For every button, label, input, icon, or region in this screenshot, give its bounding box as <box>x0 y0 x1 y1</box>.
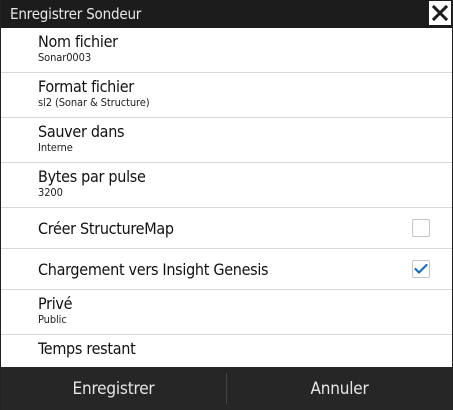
file-format-label: Format fichier <box>38 77 134 96</box>
privacy-label: Privé <box>38 294 73 313</box>
upload-insight-genesis-label: Chargement vers Insight Genesis <box>38 259 269 279</box>
create-structuremap-row[interactable]: Créer StructureMap <box>1 208 452 249</box>
privacy-value: Public <box>38 313 67 326</box>
filename-row[interactable]: Nom fichier Sonar0003 <box>1 28 452 73</box>
bytes-per-ping-label: Bytes par pulse <box>38 167 146 186</box>
upload-insight-genesis-row[interactable]: Chargement vers Insight Genesis <box>1 249 452 290</box>
record-sonar-dialog: Enregistrer Sondeur Nom fichier Sonar000… <box>0 0 453 410</box>
create-structuremap-checkbox[interactable] <box>412 219 430 237</box>
bytes-per-ping-row[interactable]: Bytes par pulse 3200 <box>1 163 452 208</box>
upload-insight-genesis-checkbox[interactable] <box>412 260 430 278</box>
privacy-row[interactable]: Privé Public <box>1 290 452 335</box>
settings-list: Nom fichier Sonar0003 Format fichier sl2… <box>1 28 452 380</box>
cancel-button[interactable]: Annuler <box>227 367 452 410</box>
time-remaining-label: Temps restant <box>38 339 136 358</box>
dialog-title: Enregistrer Sondeur <box>10 5 142 23</box>
save-location-value: Interne <box>38 141 73 154</box>
file-format-row[interactable]: Format fichier sl2 (Sonar & Structure) <box>1 73 452 118</box>
file-format-value: sl2 (Sonar & Structure) <box>38 96 150 109</box>
filename-value: Sonar0003 <box>38 51 92 64</box>
create-structuremap-label: Créer StructureMap <box>38 218 174 238</box>
close-icon <box>432 5 448 21</box>
save-button[interactable]: Enregistrer <box>1 367 226 410</box>
close-button[interactable] <box>428 0 452 26</box>
dialog-footer: Enregistrer Annuler <box>1 367 452 410</box>
filename-label: Nom fichier <box>38 32 118 51</box>
save-location-row[interactable]: Sauver dans Interne <box>1 118 452 163</box>
checkmark-icon <box>414 263 428 274</box>
dialog-titlebar: Enregistrer Sondeur <box>1 0 452 28</box>
save-location-label: Sauver dans <box>38 122 125 141</box>
bytes-per-ping-value: 3200 <box>38 186 63 199</box>
